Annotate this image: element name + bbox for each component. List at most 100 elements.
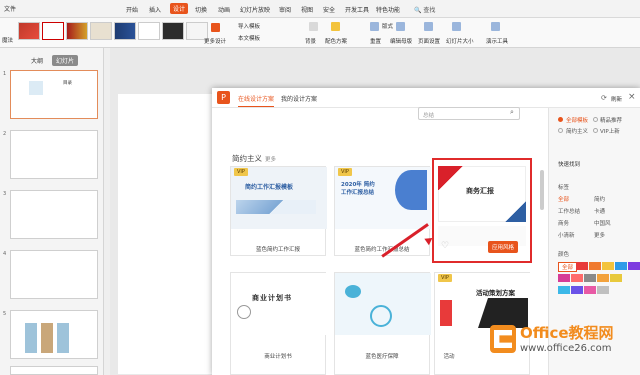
slide-thumb-4[interactable] xyxy=(10,250,98,299)
close-icon[interactable]: × xyxy=(628,92,636,102)
tag-simple[interactable]: 简约 xyxy=(594,195,605,203)
tag-all[interactable]: 全部 xyxy=(558,195,569,203)
slide-number: 3 xyxy=(3,191,7,197)
apply-style-button[interactable]: 应用风格 xyxy=(488,241,519,253)
theme-thumb-2[interactable] xyxy=(42,22,64,40)
theme-thumb-3[interactable] xyxy=(66,22,88,40)
reset-button[interactable]: 重置 xyxy=(370,37,381,45)
card-red-shape xyxy=(440,300,452,326)
tab-online-design[interactable]: 在线设计方案 xyxy=(238,94,275,107)
dialog-scrollbar[interactable] xyxy=(540,170,544,210)
theme-thumb-4[interactable] xyxy=(90,22,112,40)
color-swatch[interactable] xyxy=(576,262,588,270)
menu-slideshow[interactable]: 幻灯片放映 xyxy=(240,5,270,14)
tab-outline[interactable]: 大纲 xyxy=(31,56,43,65)
template-search-input[interactable]: 总结 xyxy=(418,107,520,120)
color-swatch[interactable] xyxy=(615,262,627,270)
search-menu[interactable]: 🔍 查找 xyxy=(414,5,435,14)
card-title: 活动策划方案 xyxy=(476,289,515,297)
slide-number: 1 xyxy=(3,71,7,77)
magic-button[interactable]: 魔法 xyxy=(2,36,13,44)
filter-all-templates[interactable]: 全部模板 xyxy=(566,116,588,124)
format-button[interactable]: 版式 xyxy=(382,22,393,30)
menu-special[interactable]: 特色功能 xyxy=(376,5,400,14)
file-menu[interactable]: 文件 xyxy=(4,4,16,13)
theme-thumb-6[interactable] xyxy=(138,22,160,40)
more-link[interactable]: 更多 xyxy=(265,155,276,163)
theme-thumb-1[interactable] xyxy=(18,22,40,40)
filter-recommended[interactable]: 精品推荐 xyxy=(600,116,622,124)
radio-icon[interactable] xyxy=(558,128,563,133)
presentation-tools-button[interactable]: 演示工具 xyxy=(486,37,508,45)
slide-thumb-2[interactable] xyxy=(10,130,98,179)
tag-fresh[interactable]: 小清新 xyxy=(558,231,575,239)
tag-chinese[interactable]: 中国风 xyxy=(594,219,611,227)
color-swatch[interactable] xyxy=(558,286,570,294)
theme-thumb-5[interactable] xyxy=(114,22,136,40)
tag-work-summary[interactable]: 工作总结 xyxy=(558,207,580,215)
radio-selected-icon[interactable] xyxy=(558,117,563,122)
color-swatch[interactable] xyxy=(571,274,583,282)
import-template-button[interactable]: 导入模板 xyxy=(238,22,260,30)
card-preview xyxy=(231,273,327,335)
tag-more[interactable]: 更多 xyxy=(594,231,605,239)
radio-icon[interactable] xyxy=(593,117,598,122)
background-button[interactable]: 背景 xyxy=(305,37,316,45)
menu-insert[interactable]: 插入 xyxy=(149,5,161,14)
menu-security[interactable]: 安全 xyxy=(323,5,335,14)
menu-design[interactable]: 设计 xyxy=(170,3,189,14)
filter-vip-new[interactable]: VIP上新 xyxy=(600,127,620,135)
color-heading: 颜色 xyxy=(558,252,570,258)
vip-badge: VIP xyxy=(338,168,352,176)
color-swatch[interactable] xyxy=(602,262,614,270)
slide-thumb-1[interactable]: 目录 xyxy=(10,70,98,119)
edit-master-button[interactable]: 编辑母版 xyxy=(390,37,412,45)
menu-animation[interactable]: 动画 xyxy=(218,5,230,14)
section-title: 简约主义 xyxy=(232,154,262,163)
menu-review[interactable]: 审阅 xyxy=(279,5,291,14)
search-icon[interactable]: ⌕ xyxy=(510,108,514,117)
slide-size-button[interactable]: 幻灯片大小 xyxy=(446,37,474,45)
card-title: 商务汇报 xyxy=(466,187,494,195)
slide-thumb-6[interactable] xyxy=(10,366,98,375)
color-swatch[interactable] xyxy=(597,286,609,294)
tab-my-design[interactable]: 我的设计方案 xyxy=(281,94,317,103)
menu-transition[interactable]: 切换 xyxy=(195,5,207,14)
card-preview xyxy=(231,167,327,229)
color-all[interactable]: 全部 xyxy=(558,262,578,272)
theme-thumb-7[interactable] xyxy=(162,22,184,40)
tag-business[interactable]: 商务 xyxy=(558,219,569,227)
slide-thumb-5[interactable] xyxy=(10,310,98,359)
menu-home[interactable]: 开始 xyxy=(126,5,138,14)
tag-cartoon[interactable]: 卡通 xyxy=(594,207,605,215)
color-swatch[interactable] xyxy=(558,274,570,282)
more-design-button[interactable]: 更多设计 xyxy=(204,37,226,45)
color-scheme-button[interactable]: 配色方案 xyxy=(325,37,347,45)
color-swatch[interactable] xyxy=(628,262,640,270)
watermark-brand: Office教程网 xyxy=(520,324,614,342)
left-scrollbar[interactable] xyxy=(104,48,110,375)
card-label: 蓝色简约工作汇报总结 xyxy=(354,247,410,253)
color-swatch[interactable] xyxy=(571,286,583,294)
favorite-heart-icon[interactable]: ♡ xyxy=(441,241,449,251)
refresh-label[interactable]: 刷新 xyxy=(611,95,622,103)
page-setup-button[interactable]: 页面设置 xyxy=(418,37,440,45)
slide-number: 5 xyxy=(3,311,7,317)
text-template-button[interactable]: 本文模板 xyxy=(238,34,260,42)
card-blue-corner xyxy=(500,196,526,222)
refresh-icon[interactable]: ⟳ xyxy=(601,94,607,102)
color-swatch[interactable] xyxy=(584,286,596,294)
menu-view[interactable]: 视图 xyxy=(301,5,313,14)
slide-thumb-3[interactable] xyxy=(10,190,98,239)
menu-bar: 文件 xyxy=(0,0,640,18)
filter-minimalism[interactable]: 简约主义 xyxy=(566,127,588,135)
radio-icon[interactable] xyxy=(593,128,598,133)
menu-developer[interactable]: 开发工具 xyxy=(345,5,369,14)
color-swatch[interactable] xyxy=(584,274,596,282)
slide-image xyxy=(57,323,69,353)
color-swatch[interactable] xyxy=(597,274,609,282)
tab-slides[interactable]: 幻灯片 xyxy=(52,55,79,66)
chat-bubble-graphic xyxy=(345,285,361,298)
color-swatch[interactable] xyxy=(610,274,622,282)
color-swatch[interactable] xyxy=(589,262,601,270)
